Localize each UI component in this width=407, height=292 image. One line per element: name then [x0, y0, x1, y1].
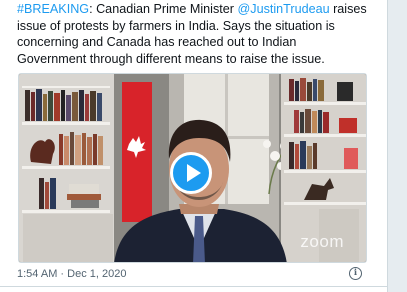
- tweet-date: Dec 1, 2020: [67, 268, 127, 280]
- zoom-watermark: zoom: [300, 232, 344, 251]
- tweet-text: #BREAKING: Canadian Prime Minister @Just…: [17, 1, 367, 67]
- tweet-time: 1:54 AM: [17, 268, 58, 280]
- mention-link[interactable]: @JustinTrudeau: [237, 2, 329, 16]
- timestamp-separator: ·: [57, 268, 68, 280]
- card-divider: [0, 286, 387, 287]
- hashtag-link[interactable]: #BREAKING: [17, 2, 89, 16]
- play-button[interactable]: [170, 152, 212, 194]
- tweet-text-part1: : Canadian Prime Minister: [89, 2, 238, 16]
- info-icon[interactable]: i: [349, 267, 362, 280]
- tweet-timestamp[interactable]: 1:54 AM · Dec 1, 2020: [17, 268, 126, 280]
- tweet-card: #BREAKING: Canadian Prime Minister @Just…: [0, 0, 388, 292]
- video-player[interactable]: zoom: [18, 73, 367, 263]
- play-icon: [187, 164, 201, 182]
